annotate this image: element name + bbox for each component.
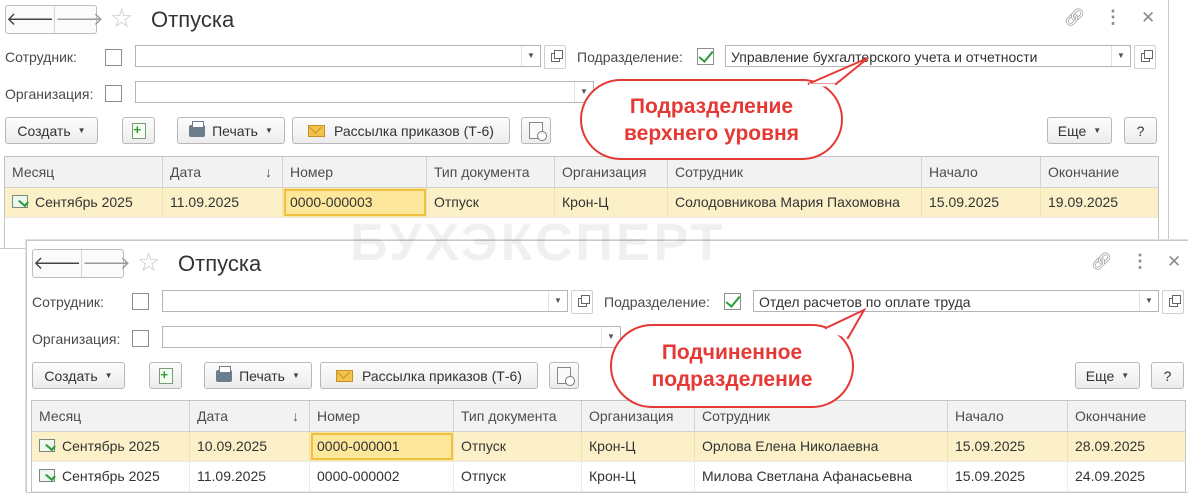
callout-top-pointer xyxy=(807,57,869,85)
callout-pointers xyxy=(807,57,869,340)
callout-bottom-pointer xyxy=(823,307,867,340)
